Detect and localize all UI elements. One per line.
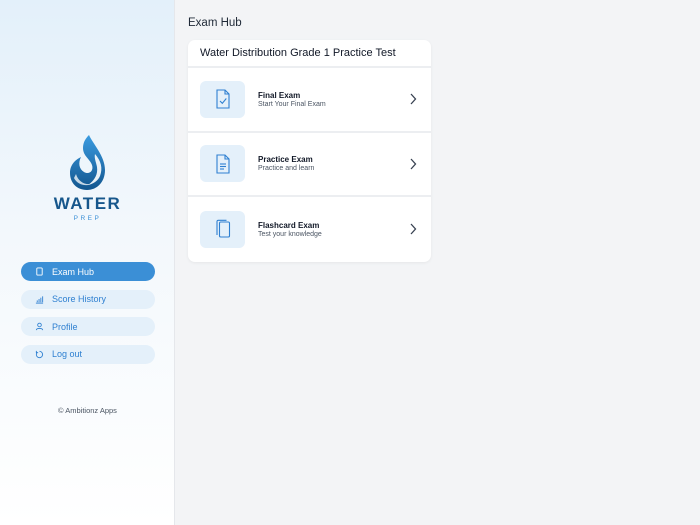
sidebar-item-label: Score History — [52, 294, 107, 304]
user-icon — [34, 322, 44, 332]
exam-row-final[interactable]: Final Exam Start Your Final Exam — [188, 68, 431, 133]
exam-subtitle: Start Your Final Exam — [258, 100, 326, 108]
copyright-text: © Ambitionz Apps — [58, 406, 117, 415]
cards-icon — [200, 210, 245, 248]
brand-name: WATER — [53, 194, 122, 213]
sidebar-item-label: Log out — [52, 349, 83, 359]
brand-logo: WATER PREP — [0, 134, 175, 222]
exam-title: Flashcard Exam — [258, 220, 320, 230]
tablet-icon — [34, 267, 44, 277]
document-check-icon — [200, 80, 245, 118]
exam-title: Final Exam — [258, 90, 301, 100]
sidebar-item-log-out[interactable]: Log out — [21, 344, 155, 364]
page-title: Exam Hub — [188, 17, 242, 29]
exam-card: Water Distribution Grade 1 Practice Test… — [188, 40, 431, 262]
sidebar-item-label: Profile — [52, 321, 78, 332]
sidebar-item-profile[interactable]: Profile — [21, 317, 155, 336]
card-header: Water Distribution Grade 1 Practice Test — [188, 40, 431, 68]
document-lines-icon — [200, 145, 245, 183]
exam-subtitle: Test your knowledge — [258, 230, 322, 238]
sidebar-item-exam-hub[interactable]: Exam Hub — [21, 262, 155, 281]
chevron-right-icon — [410, 223, 417, 235]
chevron-right-icon — [410, 158, 417, 170]
bar-chart-icon — [34, 294, 44, 304]
exam-subtitle: Practice and learn — [258, 165, 315, 173]
exam-row-flashcard[interactable]: Flashcard Exam Test your knowledge — [188, 197, 431, 262]
water-drop-icon — [69, 135, 105, 190]
brand-subtitle: PREP — [73, 215, 102, 222]
logout-icon — [34, 349, 44, 359]
exam-title: Practice Exam — [258, 155, 313, 165]
sidebar-nav: Exam Hub Score History Profile Log out — [21, 262, 155, 372]
sidebar: WATER PREP Exam Hub Score History Profil… — [0, 0, 175, 525]
exam-row-practice[interactable]: Practice Exam Practice and learn — [188, 133, 431, 197]
sidebar-item-label: Exam Hub — [52, 266, 95, 277]
chevron-right-icon — [410, 93, 417, 105]
sidebar-item-score-history[interactable]: Score History — [21, 289, 155, 309]
